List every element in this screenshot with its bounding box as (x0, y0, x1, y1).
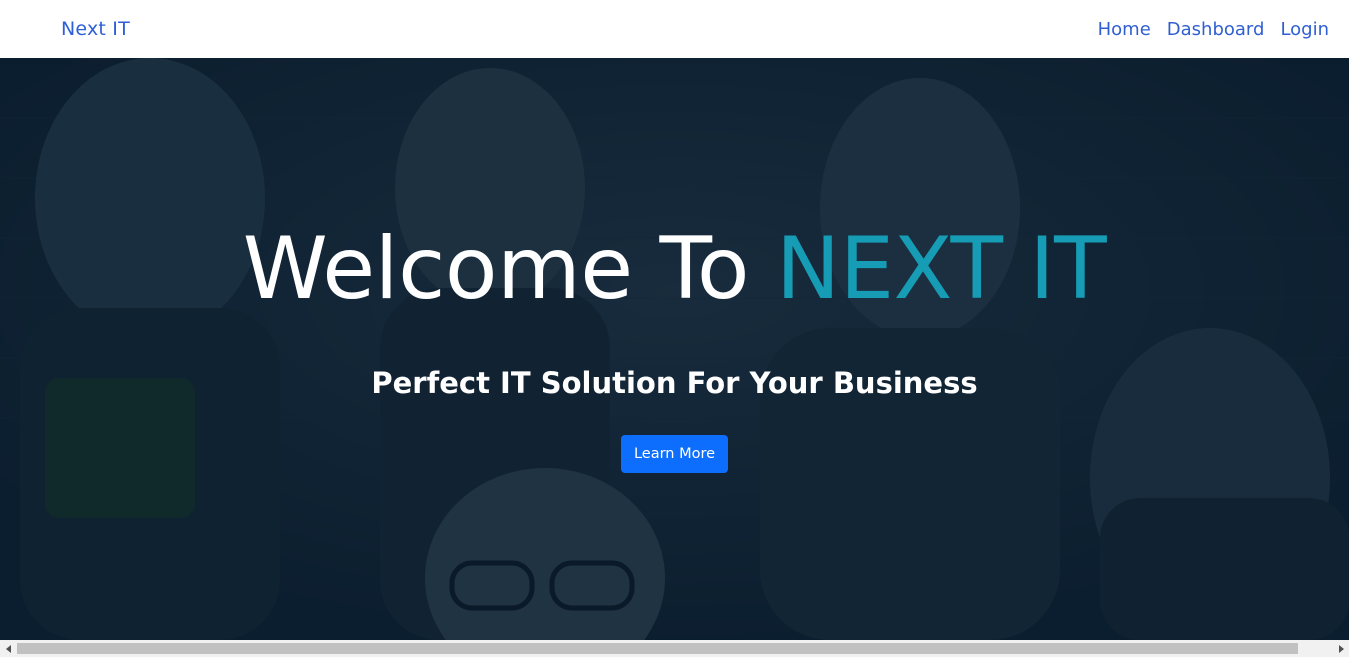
scrollbar-thumb[interactable] (17, 643, 1298, 654)
hero-subtitle: Perfect IT Solution For Your Business (371, 366, 978, 400)
nav-links: Home Dashboard Login (1098, 19, 1329, 40)
brand-link[interactable]: Next IT (61, 18, 130, 40)
hero-content: Welcome To NEXT IT Perfect IT Solution F… (0, 58, 1349, 640)
hero-title: Welcome To NEXT IT (0, 222, 1349, 317)
nav-link-home[interactable]: Home (1098, 19, 1151, 40)
hero-section: Welcome To NEXT IT Perfect IT Solution F… (0, 58, 1349, 640)
navbar: Next IT Home Dashboard Login (0, 0, 1349, 58)
horizontal-scrollbar[interactable] (0, 640, 1349, 657)
hero-title-accent: NEXT IT (775, 219, 1107, 319)
hero-title-prefix: Welcome To (242, 219, 776, 319)
nav-link-login[interactable]: Login (1280, 19, 1329, 40)
chevron-left-icon[interactable] (0, 640, 17, 657)
learn-more-button[interactable]: Learn More (621, 435, 728, 473)
chevron-right-icon[interactable] (1332, 640, 1349, 657)
nav-link-dashboard[interactable]: Dashboard (1167, 19, 1265, 40)
